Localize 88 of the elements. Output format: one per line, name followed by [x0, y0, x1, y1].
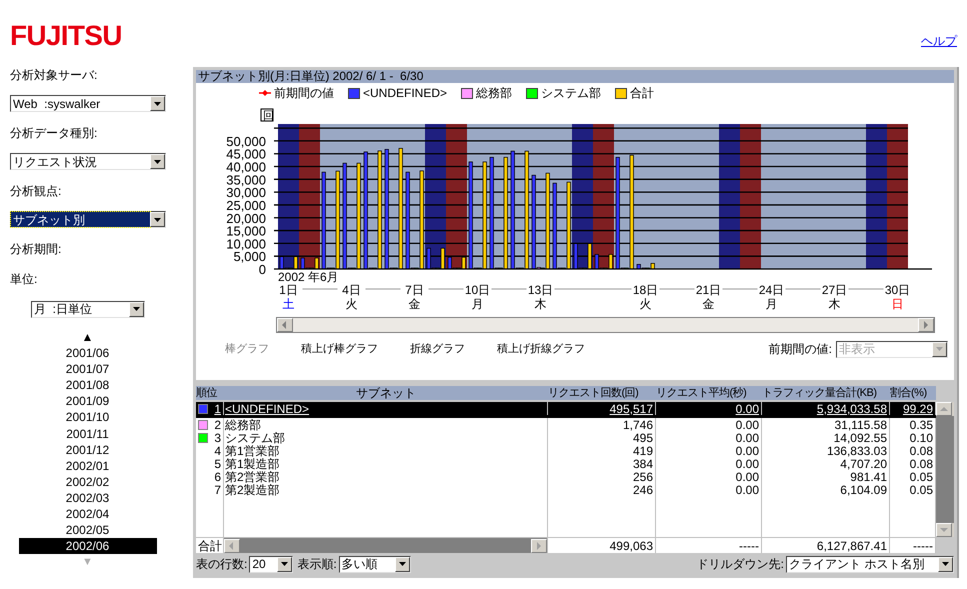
y-axis-unit: 回	[263, 110, 274, 122]
x-tick-label: 30日	[884, 283, 910, 297]
logo: FUJITSU	[10, 22, 122, 50]
table-cell: 3	[214, 432, 221, 444]
table-cell: 256	[548, 470, 656, 483]
table-cell: 384	[548, 457, 656, 470]
weekday-label: 火	[640, 297, 652, 311]
table-cell: 246	[548, 483, 656, 496]
table-cell: システム部	[224, 431, 548, 444]
weekday-label: 金	[408, 297, 420, 311]
table-cell: 495	[548, 431, 656, 444]
field-label: 表の行数:	[196, 556, 248, 573]
table-cell: -----	[656, 538, 762, 553]
legend-label: 合計	[630, 85, 654, 102]
table-cell: 6,104.09	[762, 483, 890, 496]
x-tick-label: 24日	[758, 283, 784, 297]
field-label: 分析データ種別:	[10, 124, 98, 142]
table-cell: 2	[214, 418, 221, 430]
table-cell: 5,934,033.58	[762, 402, 890, 415]
x-tick-label: 27日	[822, 283, 848, 297]
weekday-label: 金	[702, 297, 714, 311]
field-label: 分析期間:	[10, 240, 62, 258]
table-cell: 第2製造部	[224, 483, 548, 496]
table-cell: 0.00	[656, 431, 762, 444]
weekday-label: 月	[766, 297, 778, 311]
table-cell: 5	[214, 458, 221, 470]
weekday-label: 木	[534, 297, 546, 311]
y-tick-label: 0	[258, 262, 266, 277]
field-label: 分析対象サーバ:	[10, 66, 98, 84]
weekday-label: 木	[828, 297, 840, 311]
x-tick-label: 1日	[279, 283, 298, 297]
table-cell: 第1製造部	[224, 457, 548, 470]
table-cell: 第2営業部	[224, 470, 548, 483]
y-tick-label: 30,000	[226, 185, 266, 200]
x-tick-label: 21日	[696, 283, 722, 297]
weekday-label: 日	[892, 297, 904, 311]
table-cell: 4	[214, 444, 221, 456]
table-cell: 6,127,867.41	[762, 538, 890, 553]
weekday-label: 火	[346, 297, 358, 311]
x-tick-label: 13日	[528, 283, 554, 297]
y-tick-label: 40,000	[226, 160, 266, 175]
table-cell: 0.00	[656, 402, 762, 415]
table-cell: 981.41	[762, 470, 890, 483]
table-cell: 1,746	[548, 418, 656, 431]
table-cell: 0.00	[656, 470, 762, 483]
x-tick-label: 18日	[632, 283, 658, 297]
weekday-label: 土	[282, 297, 294, 311]
field-label: 前期間の値:	[768, 341, 832, 358]
y-tick-label: 5,000	[233, 249, 266, 264]
legend-label: <UNDEFINED>	[363, 85, 448, 102]
table-cell: 0.00	[656, 418, 762, 431]
table-cell: 4,707.20	[762, 457, 890, 470]
table-cell: 499,063	[548, 538, 656, 553]
field-label: 分析観点:	[10, 182, 62, 200]
x-tick-label: 10日	[464, 283, 490, 297]
field-label: 表示順:	[297, 556, 337, 573]
table-cell: 0.00	[656, 483, 762, 496]
y-tick-label: 20,000	[226, 210, 266, 226]
y-tick-label: 10,000	[226, 236, 266, 252]
month-label: 2002 年6月	[278, 270, 339, 284]
table-cell: 第1営業部	[224, 444, 548, 457]
y-tick-label: 45,000	[226, 146, 266, 162]
x-tick-label: 7日	[405, 283, 424, 297]
legend-label: 総務部	[476, 85, 512, 102]
legend-label: システム部	[541, 85, 602, 102]
table-cell: 136,833.03	[762, 444, 890, 457]
table-cell: 14,092.55	[762, 431, 890, 444]
y-tick-label: 25,000	[226, 198, 266, 213]
table-cell: 6	[214, 470, 221, 482]
weekday-label: 月	[472, 297, 484, 311]
legend-label: 前期間の値	[274, 85, 334, 102]
table-cell: 495,517	[548, 402, 656, 415]
field-label: ドリルダウン先:	[696, 556, 784, 573]
table-cell: 419	[548, 444, 656, 457]
y-tick-label: 50,000	[226, 134, 266, 149]
x-tick-label: 4日	[342, 283, 361, 297]
y-tick-label: 35,000	[226, 172, 266, 188]
table-cell: 7	[214, 484, 221, 496]
field-label: 単位:	[10, 270, 38, 288]
table-cell: 総務部	[224, 418, 548, 431]
table-cell: -----	[890, 538, 936, 553]
table-cell: 0.00	[656, 444, 762, 457]
y-tick-label: 15,000	[226, 224, 266, 239]
table-cell: 1	[214, 402, 221, 414]
table-cell: <UNDEFINED>	[224, 402, 548, 415]
table-cell: 0.00	[656, 457, 762, 470]
chart-title: サブネット別(月:日単位) 2002/ 6/ 1 - 6/30	[196, 70, 954, 83]
table-cell: 31,115.58	[762, 418, 890, 431]
